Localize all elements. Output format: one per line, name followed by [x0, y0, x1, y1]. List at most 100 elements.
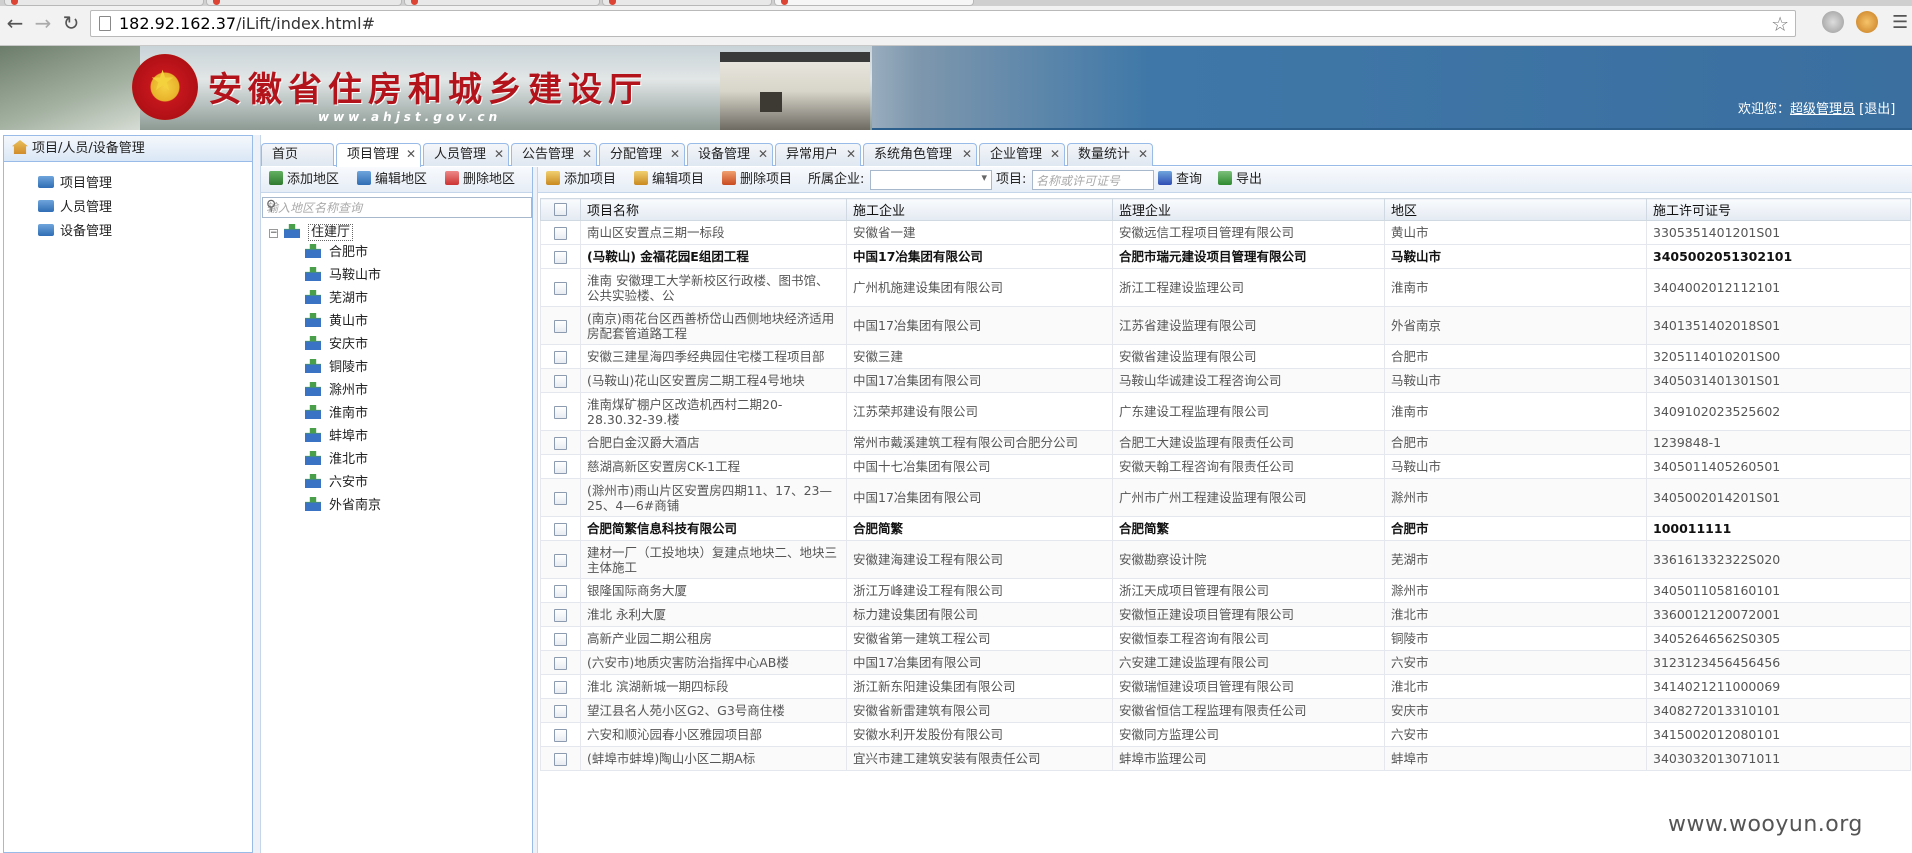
table-row[interactable]: 淮北 永利大厦 标力建设集团有限公司 安徽恒正建设项目管理有限公司 淮北市 336001…	[540, 602, 1911, 627]
table-row[interactable]: 安徽三建星海四季经典园住宅楼工程项目部 安徽三建 安徽省建设监理有限公司 合肥市 320…	[540, 344, 1911, 369]
add-region-button[interactable]: 添加地区	[269, 171, 339, 189]
table-row[interactable]: 合肥白金汉爵大酒店 常州市戴溪建筑工程有限公司合肥分公司 合肥工大建设监理有限责任公…	[540, 430, 1911, 455]
browser-tab[interactable]	[602, 0, 772, 6]
row-checkbox[interactable]	[540, 516, 581, 541]
close-icon[interactable]: ✕	[758, 144, 768, 165]
tree-node[interactable]: 芜湖市	[305, 289, 368, 309]
tree-root[interactable]: − 住建厅	[269, 223, 354, 243]
project-search-input[interactable]: 名称或许可证号	[1032, 170, 1154, 190]
query-button[interactable]: 查询	[1158, 171, 1202, 189]
tab-abnormal-users[interactable]: 异常用户 ✕	[775, 143, 861, 166]
row-checkbox[interactable]	[540, 626, 581, 651]
row-checkbox[interactable]	[540, 674, 581, 699]
edit-project-button[interactable]: 编辑项目	[634, 171, 704, 189]
select-all-checkbox[interactable]	[540, 198, 581, 221]
nav-item-project[interactable]: 项目管理	[38, 174, 112, 194]
tree-node[interactable]: 蚌埠市	[305, 427, 368, 447]
tree-node[interactable]: 淮南市	[305, 404, 368, 424]
address-bar[interactable]: 182.92.162.37/iLift/index.html# ☆	[90, 10, 1796, 37]
row-checkbox[interactable]	[540, 540, 581, 579]
column-header[interactable]: 地区	[1384, 198, 1647, 221]
add-project-button[interactable]: 添加项目	[546, 171, 616, 189]
row-checkbox[interactable]	[540, 602, 581, 627]
delete-project-button[interactable]: 删除项目	[722, 171, 792, 189]
close-icon[interactable]: ✕	[582, 144, 592, 165]
row-checkbox[interactable]	[540, 722, 581, 747]
extension-icon[interactable]	[1822, 11, 1844, 33]
back-icon[interactable]: ←	[4, 12, 26, 34]
column-header[interactable]: 监理企业	[1112, 198, 1385, 221]
table-row[interactable]: (马鞍山)花山区安置房二期工程4号地块 中国17冶集团有限公司 马鞍山华诚建设工程咨…	[540, 368, 1911, 393]
row-checkbox[interactable]	[540, 306, 581, 345]
close-icon[interactable]: ✕	[406, 144, 416, 165]
table-row[interactable]: (马鞍山) 金福花园E组团工程 中国17冶集团有限公司 合肥市瑞元建设项目管理有限公…	[540, 244, 1911, 269]
forward-icon[interactable]: →	[32, 12, 54, 34]
browser-menu-icon[interactable]: ☰	[1892, 12, 1908, 33]
column-header[interactable]: 施工企业	[846, 198, 1113, 221]
tab-home[interactable]: 首页	[261, 143, 334, 166]
browser-tab[interactable]	[404, 0, 600, 6]
tree-node[interactable]: 安庆市	[305, 335, 368, 355]
table-row[interactable]: (滁州市)雨山片区安置房四期11、17、23—25、4—6#商铺 中国17冶集团有…	[540, 478, 1911, 517]
row-checkbox[interactable]	[540, 454, 581, 479]
row-checkbox[interactable]	[540, 344, 581, 369]
row-checkbox[interactable]	[540, 220, 581, 245]
left-panel-header[interactable]: 项目/人员/设备管理	[4, 136, 252, 162]
region-search-input[interactable]: 输入地区名称查询 ⚲	[262, 197, 532, 218]
tree-node[interactable]: 铜陵市	[305, 358, 368, 378]
table-row[interactable]: 望江县名人苑小区G2、G3号商住楼 安徽省新雷建筑有限公司 安徽省恒信工程监理有限责…	[540, 698, 1911, 723]
bookmark-star-icon[interactable]: ☆	[1771, 12, 1789, 36]
row-checkbox[interactable]	[540, 244, 581, 269]
user-link[interactable]: 超级管理员	[1790, 102, 1855, 117]
tab-notice[interactable]: 公告管理 ✕	[511, 143, 597, 166]
browser-tab[interactable]	[206, 0, 402, 6]
tab-system-roles[interactable]: 系统角色管理 ✕	[863, 143, 977, 166]
row-checkbox[interactable]	[540, 578, 581, 603]
close-icon[interactable]: ✕	[670, 144, 680, 165]
row-checkbox[interactable]	[540, 268, 581, 307]
browser-tab[interactable]	[4, 0, 204, 6]
collapse-toggle-icon[interactable]: −	[269, 229, 278, 238]
table-row[interactable]: 合肥简繁信息科技有限公司 合肥简繁 合肥简繁 合肥市 100011111	[540, 516, 1911, 541]
column-header[interactable]: 项目名称	[580, 198, 847, 221]
close-icon[interactable]: ✕	[1050, 144, 1060, 165]
row-checkbox[interactable]	[540, 698, 581, 723]
table-row[interactable]: 淮南 安徽理工大学新校区行政楼、图书馆、公共实验楼、公 广州机施建设集团有限公司浙…	[540, 268, 1911, 307]
row-checkbox[interactable]	[540, 392, 581, 431]
export-button[interactable]: 导出	[1218, 171, 1262, 189]
tab-statistics[interactable]: 数量统计 ✕	[1067, 143, 1153, 166]
search-icon[interactable]: ⚲	[266, 198, 529, 214]
tree-node[interactable]: 六安市	[305, 473, 368, 493]
column-header[interactable]: 施工许可证号	[1646, 198, 1911, 221]
company-select[interactable]	[870, 170, 992, 190]
row-checkbox[interactable]	[540, 746, 581, 771]
tree-node[interactable]: 合肥市	[305, 243, 368, 263]
tree-node[interactable]: 马鞍山市	[305, 266, 381, 286]
close-icon[interactable]: ✕	[1138, 144, 1148, 165]
table-row[interactable]: 慈湖高新区安置房CK-1工程 中国十七冶集团有限公司 安徽天翰工程咨询有限责任公司马…	[540, 454, 1911, 479]
logout-link[interactable]: [退出]	[1859, 102, 1895, 117]
nav-item-personnel[interactable]: 人员管理	[38, 198, 112, 218]
table-row[interactable]: 高新产业园二期公租房 安徽省第一建筑工程公司 安徽恒泰工程咨询有限公司 铜陵市 3405…	[540, 626, 1911, 651]
tab-assign[interactable]: 分配管理 ✕	[599, 143, 685, 166]
close-icon[interactable]: ✕	[846, 144, 856, 165]
tree-node[interactable]: 滁州市	[305, 381, 368, 401]
nav-item-equipment[interactable]: 设备管理	[38, 222, 112, 242]
tab-enterprise[interactable]: 企业管理 ✕	[979, 143, 1065, 166]
browser-tab-active[interactable]	[774, 0, 974, 6]
table-row[interactable]: 南山区安置点三期一标段 安徽省一建 安徽远信工程项目管理有限公司 黄山市 3305351…	[540, 220, 1911, 245]
edit-region-button[interactable]: 编辑地区	[357, 171, 427, 189]
table-row[interactable]: 建材一厂（工投地块）复建点地块二、地块三主体施工 安徽建海建设工程有限公司 安徽勘察…	[540, 540, 1911, 579]
tree-node[interactable]: 淮北市	[305, 450, 368, 470]
row-checkbox[interactable]	[540, 478, 581, 517]
row-checkbox[interactable]	[540, 430, 581, 455]
tree-node[interactable]: 外省南京	[305, 496, 381, 516]
table-row[interactable]: 六安和顺沁园春小区雅园项目部 安徽水利开发股份有限公司 安徽同方监理公司 六安市 341…	[540, 722, 1911, 747]
close-icon[interactable]: ✕	[494, 144, 504, 165]
table-row[interactable]: (蚌埠市蚌埠)陶山小区二期A标 宜兴市建工建筑安装有限责任公司 蚌埠市监理公司 蚌埠市…	[540, 746, 1911, 771]
row-checkbox[interactable]	[540, 368, 581, 393]
tree-node[interactable]: 黄山市	[305, 312, 368, 332]
reload-icon[interactable]: ↻	[60, 12, 82, 34]
tab-equipment[interactable]: 设备管理 ✕	[687, 143, 773, 166]
tab-project[interactable]: 项目管理 ✕	[336, 143, 421, 167]
